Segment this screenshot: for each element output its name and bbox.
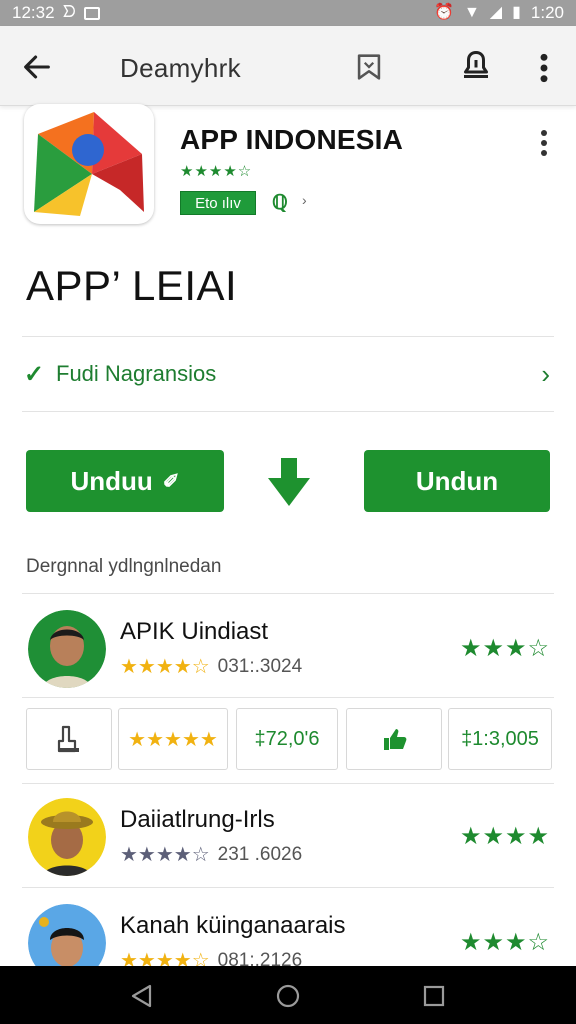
- list-item[interactable]: Kanah küinganaarais ★★★★☆ 081:.2126 ★★★☆: [22, 892, 556, 966]
- list-item-name: Kanah küinganaarais: [120, 912, 346, 939]
- save-tile[interactable]: [26, 708, 112, 770]
- list-item-number: 081:.2126: [217, 949, 303, 967]
- list-item-stars: ★★★★☆: [120, 844, 210, 866]
- section-label: Dergnnal ydlngnlnedan: [26, 556, 222, 577]
- alarm-icon: ⏰: [434, 4, 454, 21]
- download-button-left[interactable]: Unduu ✐: [26, 450, 224, 512]
- thumb-tile[interactable]: [346, 708, 442, 770]
- list-item-stars: ★★★★☆: [120, 950, 210, 966]
- save-icon: [57, 725, 79, 753]
- arrow-left-icon[interactable]: [20, 50, 54, 84]
- stars-tile[interactable]: ★★★★★: [118, 708, 228, 770]
- home-circle-icon[interactable]: [274, 982, 302, 1010]
- share-icon[interactable]: [458, 48, 494, 84]
- list-item[interactable]: APIK Uindiast ★★★★☆ 031:.3024 ★★★☆: [22, 598, 556, 694]
- back-triangle-icon[interactable]: [128, 982, 156, 1010]
- status-bar: 12:32 ᗤ ⏰ ▼ ◢ ▮ 1:20: [0, 0, 576, 26]
- list-item-number: 231 .6026: [217, 843, 303, 865]
- notification-icon: ᗤ: [62, 4, 76, 21]
- list-item[interactable]: Daiiatlrung-Irls ★★★★☆ 231 .6026 ★★★★: [22, 786, 556, 882]
- list-item-name: APIK Uindiast: [120, 618, 269, 645]
- info-icon[interactable]: ℚ: [272, 190, 288, 215]
- avatar: [28, 798, 106, 876]
- list-item-name: Daiiatlrung-Irls: [120, 806, 275, 833]
- chevron-small-icon: ›: [302, 192, 307, 208]
- recents-square-icon[interactable]: [420, 982, 448, 1010]
- list-item-rating: ★★★★: [459, 823, 550, 850]
- list-item-stars: ★★★★☆: [120, 656, 210, 678]
- divider: [22, 336, 554, 337]
- divider: [22, 593, 554, 594]
- avatar: [28, 610, 106, 688]
- app-logo: [24, 104, 154, 224]
- thumb-up-icon: [384, 729, 407, 750]
- battery-icon: ▮: [512, 4, 521, 21]
- divider: [22, 887, 554, 888]
- headline: APP’ LEIAI: [26, 262, 238, 309]
- status-time-left: 12:32: [12, 3, 55, 22]
- chevron-right-icon: ›: [541, 358, 550, 389]
- verify-row[interactable]: ✓ Fudi Nagransios ›: [24, 356, 554, 392]
- value-tile-b[interactable]: ‡1:3,005: [448, 708, 552, 770]
- verify-text: Fudi Nagransios: [56, 361, 217, 386]
- download-button-right[interactable]: Undun: [364, 450, 550, 512]
- signal-icon: ◢: [489, 4, 503, 21]
- app-rating-stars: ★★★★☆: [180, 163, 253, 180]
- download-button-left-label: Unduu: [70, 465, 153, 496]
- wifi-icon: ▼: [463, 4, 480, 21]
- app-bar: Deamyhrk: [0, 26, 576, 106]
- check-icon: ✓: [24, 360, 45, 388]
- system-nav-bar: [0, 966, 576, 1024]
- list-item-rating: ★★★☆: [459, 635, 550, 662]
- download-arrow-icon[interactable]: [266, 456, 312, 508]
- divider: [22, 411, 554, 412]
- app-more-icon[interactable]: [537, 128, 551, 158]
- list-item-meta: ★★★★☆ 231 .6026: [120, 842, 302, 867]
- handshake-icon: ✐: [162, 470, 180, 493]
- list-item-rating: ★★★☆: [459, 929, 550, 956]
- divider: [22, 783, 554, 784]
- bookmark-icon[interactable]: [352, 50, 386, 84]
- status-time-right: 1:20: [530, 3, 564, 22]
- app-name: APP INDONESIA: [180, 124, 404, 155]
- divider: [22, 697, 554, 698]
- list-item-number: 031:.3024: [217, 655, 303, 677]
- app-badge: Eto ılıv: [180, 191, 256, 215]
- app-bar-title: Deamyhrk: [120, 53, 241, 83]
- more-vertical-icon[interactable]: [536, 52, 552, 84]
- image-notification-icon: [83, 6, 100, 20]
- value-tile-a[interactable]: ‡72,0'6: [236, 708, 338, 770]
- download-button-right-label: Undun: [415, 465, 499, 496]
- avatar: [28, 904, 106, 966]
- list-item-meta: ★★★★☆ 031:.3024: [120, 654, 302, 679]
- action-tiles: ★★★★★ ‡72,0'6 ‡1:3,005: [26, 708, 552, 770]
- list-item-meta: ★★★★☆ 081:.2126: [120, 948, 303, 967]
